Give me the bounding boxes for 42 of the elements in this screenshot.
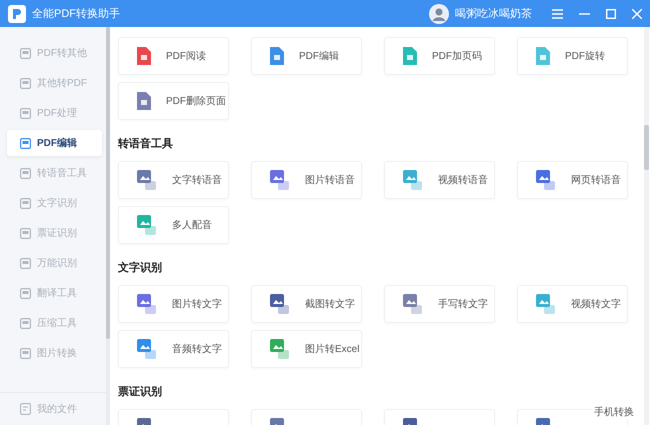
- section-heading: 票证识别: [118, 385, 163, 400]
- tool-icon: [20, 138, 31, 148]
- tool-icon: [20, 348, 31, 358]
- section-heading: 转语音工具: [118, 136, 174, 152]
- tool-card[interactable]: PDF删除页面: [118, 82, 229, 120]
- minimize-icon[interactable]: [579, 12, 590, 14]
- sidebar-scrollbar[interactable]: [106, 27, 110, 425]
- avatar-icon[interactable]: [429, 4, 449, 24]
- tool-icon: [20, 228, 31, 238]
- tool-card[interactable]: 视频转语音: [384, 161, 495, 199]
- tool-card[interactable]: 图片转文字: [118, 285, 229, 323]
- tool-card[interactable]: 音频转文字: [118, 330, 229, 368]
- tool-icon: [20, 78, 31, 88]
- window-title: 全能PDF转换助手: [32, 7, 120, 21]
- app-logo-icon: [8, 4, 26, 22]
- tool-card[interactable]: PDF旋转: [517, 37, 628, 75]
- tool-icon: [20, 318, 31, 328]
- file-icon: [20, 403, 31, 415]
- tool-card[interactable]: 图片转语音: [251, 161, 362, 199]
- tool-icon: [20, 168, 31, 178]
- tool-card[interactable]: 文字转语音: [118, 161, 229, 199]
- tool-icon: [20, 258, 31, 268]
- content-scrollbar[interactable]: [644, 27, 649, 425]
- close-icon[interactable]: [632, 8, 642, 18]
- tool-card[interactable]: 手写转文字: [384, 285, 495, 323]
- sidebar-item[interactable]: PDF编辑: [7, 130, 102, 156]
- maximize-icon[interactable]: [606, 8, 616, 18]
- tool-icon: [20, 198, 31, 208]
- tool-icon: [20, 288, 31, 298]
- tool-icon: [20, 108, 31, 118]
- tool-card[interactable]: 多人配音: [118, 206, 229, 244]
- tool-card[interactable]: PDF阅读: [118, 37, 229, 75]
- phone-convert-tooltip[interactable]: 手机转换: [592, 404, 636, 420]
- tool-icon: [20, 48, 31, 58]
- section-heading: 文字识别: [118, 260, 163, 276]
- tool-card[interactable]: PDF编辑: [251, 37, 362, 75]
- tool-card[interactable]: 截图转文字: [251, 285, 362, 323]
- tool-card[interactable]: 网页转语音: [517, 161, 628, 199]
- tool-card[interactable]: 图片转Excel: [251, 330, 362, 368]
- menu-icon[interactable]: [552, 8, 563, 18]
- tool-card[interactable]: PDF加页码: [384, 37, 495, 75]
- tool-card[interactable]: 视频转文字: [517, 285, 628, 323]
